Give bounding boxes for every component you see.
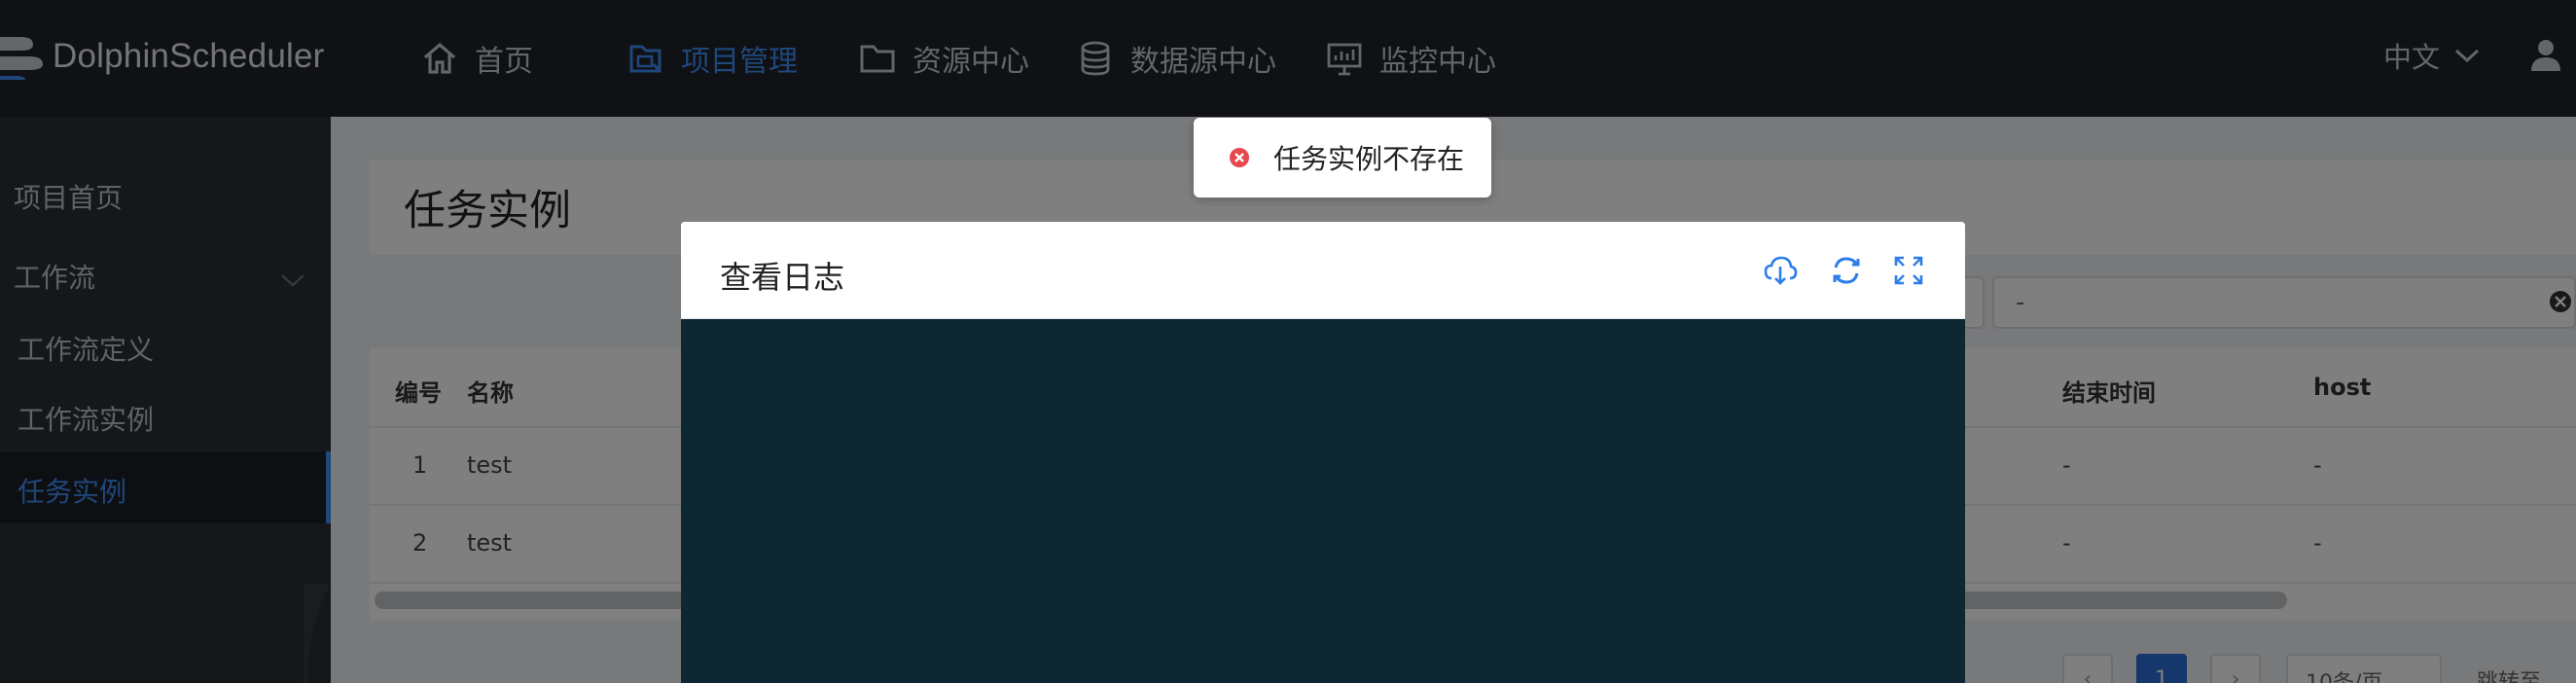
view-log-modal: 查看日志 (681, 222, 1965, 683)
download-cloud-icon[interactable] (1763, 253, 1798, 288)
toast-message: 任务实例不存在 (1273, 143, 1465, 175)
error-icon (1230, 148, 1249, 167)
modal-title: 查看日志 (720, 259, 845, 296)
fullscreen-icon[interactable] (1891, 253, 1926, 288)
sidebar-corner-decoration (304, 584, 331, 683)
refresh-icon[interactable] (1829, 253, 1864, 288)
error-toast: 任务实例不存在 (1194, 118, 1491, 198)
log-viewer[interactable] (681, 319, 1965, 683)
modal-header: 查看日志 (681, 222, 1965, 319)
